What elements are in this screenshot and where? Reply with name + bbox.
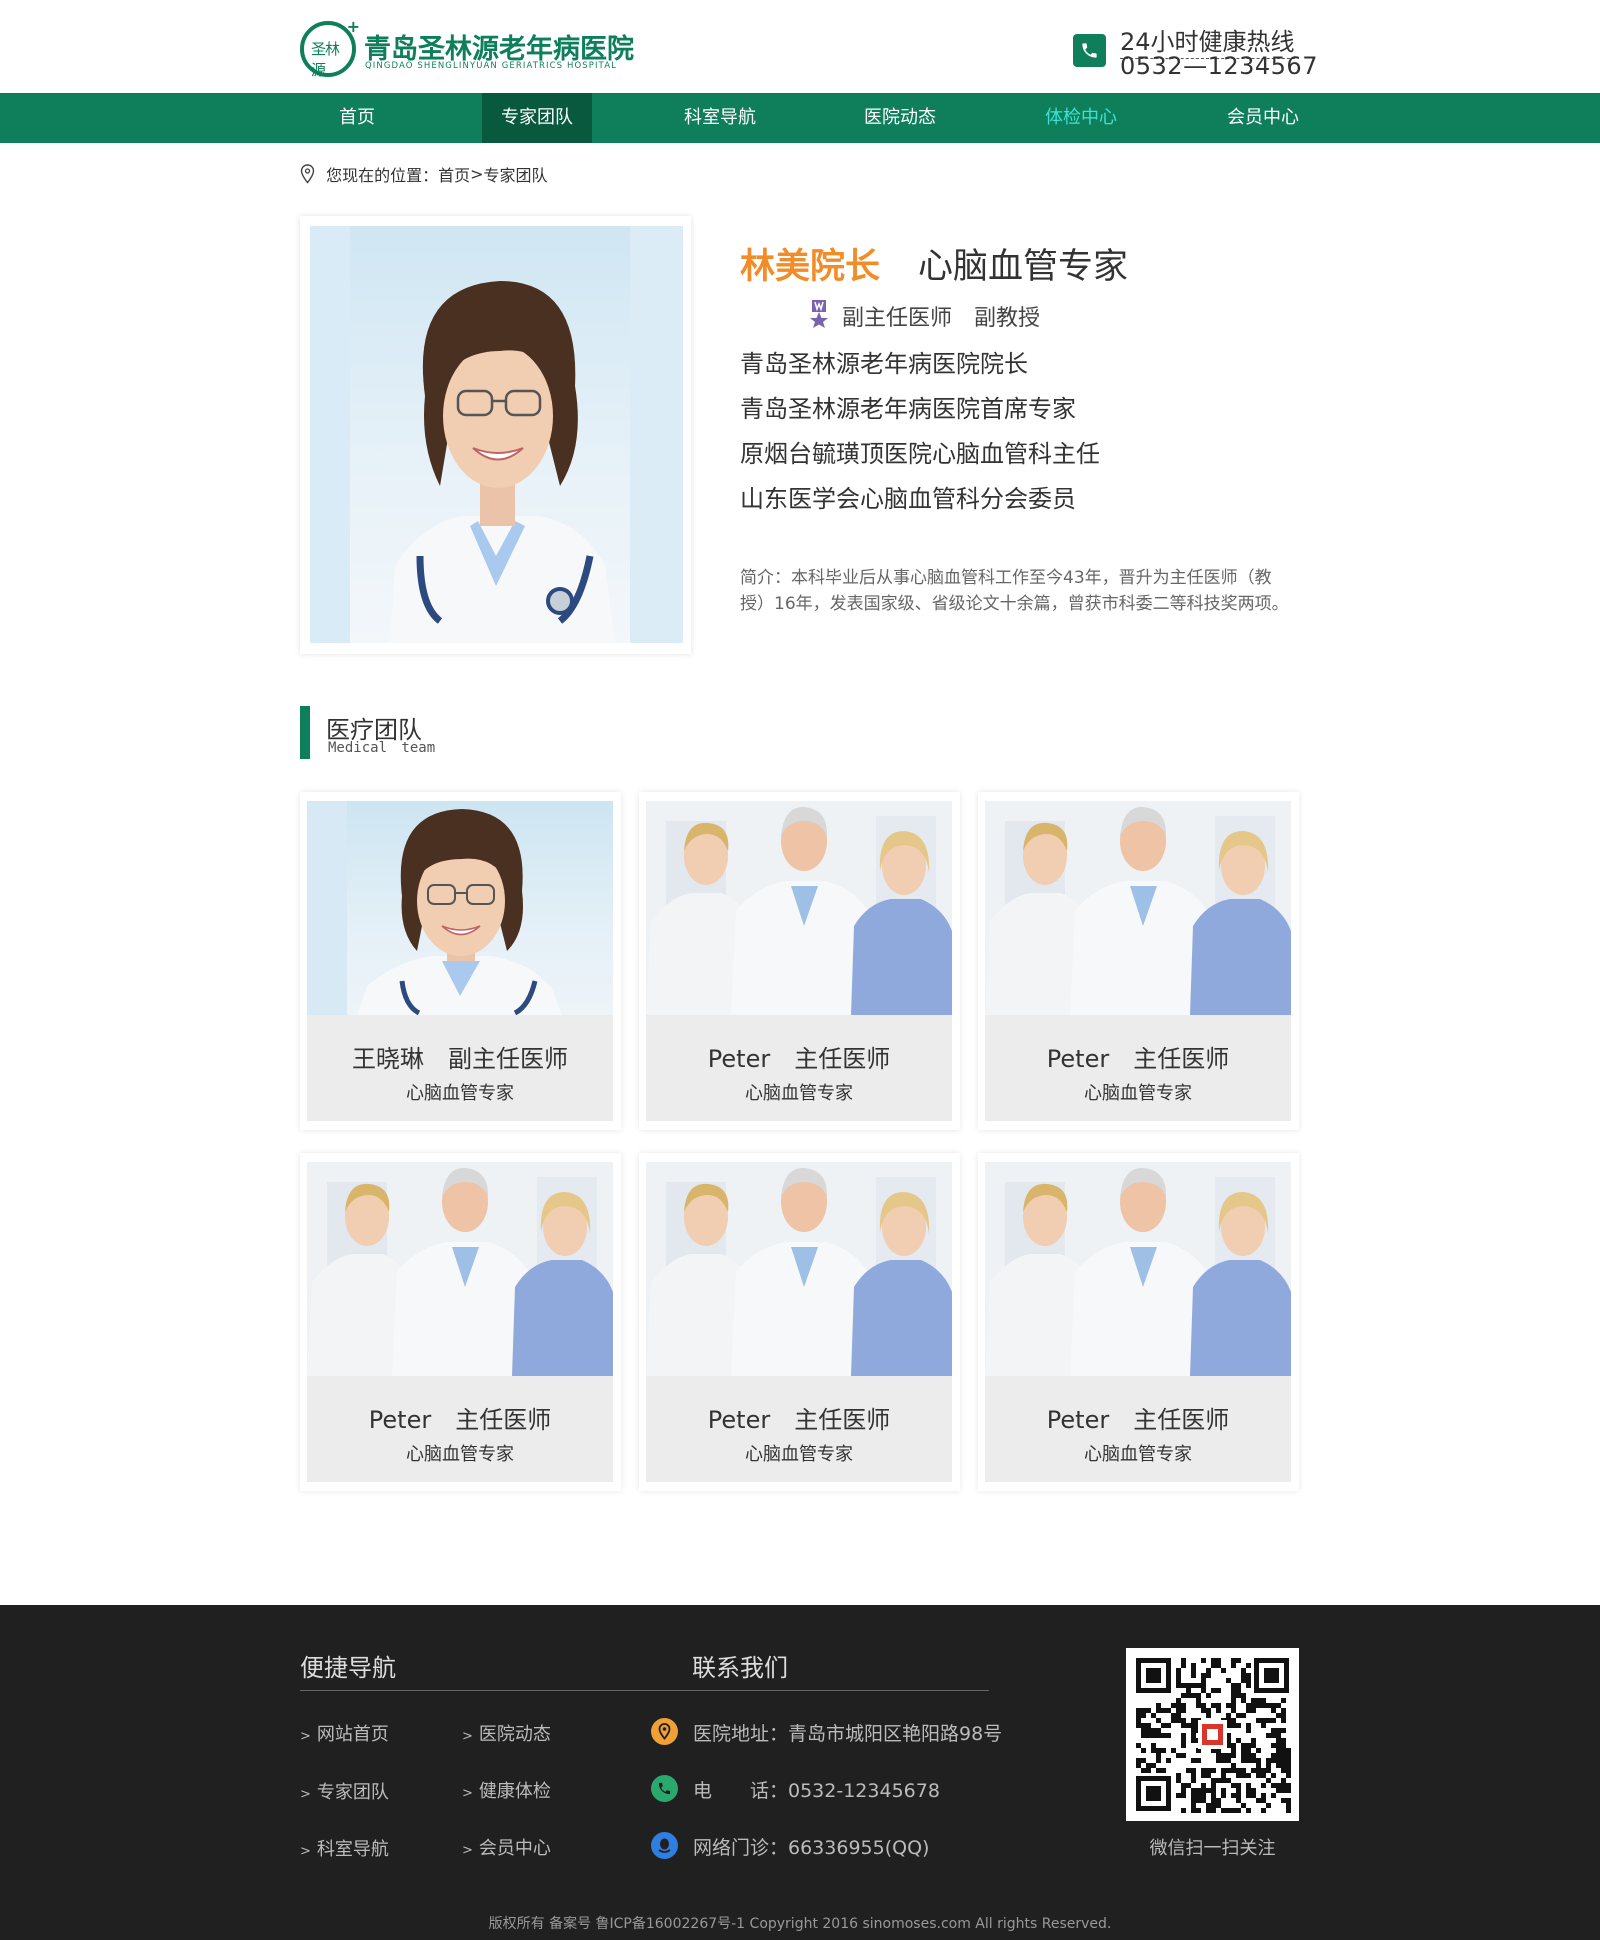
team-card-dept: 心脑血管专家	[1084, 1444, 1192, 1465]
breadcrumb: 您现在的位置：首页>专家团队	[300, 162, 548, 186]
logo-cross-icon: +	[346, 17, 360, 36]
doctor-name: 林美院长	[740, 247, 881, 287]
team-card-name: Peter 主任医师	[707, 1045, 891, 1073]
team-card-name: Peter 主任医师	[1046, 1406, 1230, 1434]
team-card-photo	[985, 1162, 1291, 1376]
wechat-qr-code	[1126, 1648, 1299, 1821]
footer-link-checkup[interactable]: > 健康体检	[462, 1777, 551, 1803]
hospital-logo[interactable]: 圣林源 +	[300, 17, 360, 79]
copyright: 版权所有 备案号 鲁ICP备16002267号-1 Copyright 2016…	[488, 1916, 1112, 1932]
team-card[interactable]: 王晓琳 副主任医师心脑血管专家	[300, 792, 621, 1130]
team-card-info: Peter 主任医师心脑血管专家	[646, 1015, 952, 1121]
footer-divider	[300, 1690, 989, 1691]
team-card-name: 王晓琳 副主任医师	[352, 1045, 568, 1073]
team-card-info: 王晓琳 副主任医师心脑血管专家	[307, 1015, 613, 1121]
nav-item-members[interactable]: 会员中心	[1208, 93, 1318, 143]
footer-link-home[interactable]: > 网站首页	[300, 1720, 389, 1746]
footer-link-label: 网站首页	[316, 1724, 389, 1745]
section-subtitle: Medical team	[328, 740, 436, 756]
team-card-photo	[985, 801, 1291, 1015]
footer-link-label: 专家团队	[316, 1782, 389, 1803]
footer-link-experts[interactable]: > 专家团队	[300, 1778, 389, 1804]
footer-link-label: 会员中心	[478, 1838, 551, 1859]
footer-nav-heading: 便捷导航	[300, 1654, 396, 1682]
nav-item-departments[interactable]: 科室导航	[665, 93, 775, 143]
team-card-dept: 心脑血管专家	[406, 1083, 514, 1104]
phone-icon	[651, 1775, 678, 1802]
doctor-specialty: 心脑血管专家	[918, 247, 1129, 287]
logo-text: 圣林源	[311, 40, 340, 79]
team-card[interactable]: Peter 主任医师心脑血管专家	[978, 1153, 1299, 1491]
doctor-role-item: 山东医学会心脑血管科分会委员	[740, 485, 1076, 513]
footer-link-label: 医院动态	[478, 1724, 551, 1745]
main-nav: 首页 专家团队 科室导航 医院动态 体检中心 会员中心	[0, 93, 1600, 143]
footer-link-arrow: >	[462, 1843, 473, 1858]
footer-link-arrow: >	[462, 1729, 473, 1744]
location-pin-icon	[300, 164, 315, 184]
team-card-info: Peter 主任医师心脑血管专家	[985, 1015, 1291, 1121]
footer-link-arrow: >	[300, 1844, 311, 1859]
team-card[interactable]: Peter 主任医师心脑血管专家	[639, 792, 960, 1130]
team-card[interactable]: Peter 主任医师心脑血管专家	[978, 792, 1299, 1130]
doctor-role-item: 青岛圣林源老年病医院首席专家	[740, 395, 1076, 423]
footer-link-arrow: >	[300, 1787, 311, 1802]
breadcrumb-separator: >	[470, 164, 484, 184]
breadcrumb-home-link[interactable]: 首页	[438, 166, 470, 185]
section-accent-bar	[300, 706, 310, 759]
footer-phone[interactable]: 电 话：0532-12345678	[693, 1776, 940, 1803]
site-footer	[0, 1605, 1600, 1940]
nav-item-checkup[interactable]: 体检中心	[1026, 93, 1136, 143]
profile-photo-frame	[300, 216, 691, 654]
nav-item-experts[interactable]: 专家团队	[482, 93, 592, 143]
breadcrumb-current: 专家团队	[483, 166, 548, 185]
footer-link-departments[interactable]: > 科室导航	[300, 1835, 389, 1861]
doctor-role-item: 原烟台毓璜顶医院心脑血管科主任	[740, 440, 1100, 468]
team-card-photo	[307, 801, 613, 1015]
footer-link-arrow: >	[300, 1729, 311, 1744]
location-icon	[651, 1718, 678, 1745]
team-card-dept: 心脑血管专家	[406, 1444, 514, 1465]
doctor-intro: 简介：本科毕业后从事心脑血管科工作至今43年，晋升为主任医师（教授）16年，发表…	[740, 568, 1289, 614]
team-card-dept: 心脑血管专家	[745, 1444, 853, 1465]
medal-icon	[806, 299, 832, 333]
site-subtitle: QINGDAO SHENGLINYUAN GERIATRICS HOSPITAL	[365, 61, 617, 71]
footer-link-arrow: >	[462, 1786, 473, 1801]
footer-link-members[interactable]: > 会员中心	[462, 1834, 551, 1860]
nav-item-news[interactable]: 医院动态	[845, 93, 955, 143]
team-card-photo	[646, 1162, 952, 1376]
doctor-roles: 青岛圣林源老年病医院院长 青岛圣林源老年病医院首席专家 原烟台毓璜顶医院心脑血管…	[740, 347, 1100, 527]
hotline-number[interactable]: 0532—1234567	[1120, 52, 1318, 80]
team-card-dept: 心脑血管专家	[745, 1083, 853, 1104]
profile-photo	[310, 226, 683, 643]
footer-contact-heading: 联系我们	[692, 1654, 788, 1682]
footer-address: 医院地址：青岛市城阳区艳阳路98号	[693, 1723, 1003, 1745]
nav-item-home[interactable]: 首页	[302, 93, 412, 143]
team-card-name: Peter 主任医师	[368, 1406, 552, 1434]
team-card-info: Peter 主任医师心脑血管专家	[646, 1376, 952, 1482]
qr-caption: 微信扫一扫关注	[1149, 1838, 1276, 1859]
footer-link-label: 科室导航	[316, 1839, 389, 1860]
team-card-photo	[646, 801, 952, 1015]
footer-link-label: 健康体检	[478, 1781, 551, 1802]
team-card-info: Peter 主任医师心脑血管专家	[307, 1376, 613, 1482]
phone-icon	[1073, 34, 1106, 67]
site-header: 圣林源 + 青岛圣林源老年病医院 QINGDAO SHENGLINYUAN GE…	[0, 0, 1600, 93]
breadcrumb-prefix: 您现在的位置：	[326, 166, 439, 185]
team-card-name: Peter 主任医师	[1046, 1045, 1230, 1073]
doctor-titles: 副主任医师 副教授	[842, 306, 1041, 331]
team-card-name: Peter 主任医师	[707, 1406, 891, 1434]
team-card[interactable]: Peter 主任医师心脑血管专家	[300, 1153, 621, 1491]
footer-link-news[interactable]: > 医院动态	[462, 1720, 551, 1746]
qq-icon	[651, 1832, 678, 1859]
team-card-dept: 心脑血管专家	[1084, 1083, 1192, 1104]
doctor-role-item: 青岛圣林源老年病医院院长	[740, 350, 1028, 378]
team-card[interactable]: Peter 主任医师心脑血管专家	[639, 1153, 960, 1491]
footer-qq[interactable]: 网络门诊：66336955(QQ)	[693, 1833, 929, 1860]
team-card-photo	[307, 1162, 613, 1376]
team-card-info: Peter 主任医师心脑血管专家	[985, 1376, 1291, 1482]
